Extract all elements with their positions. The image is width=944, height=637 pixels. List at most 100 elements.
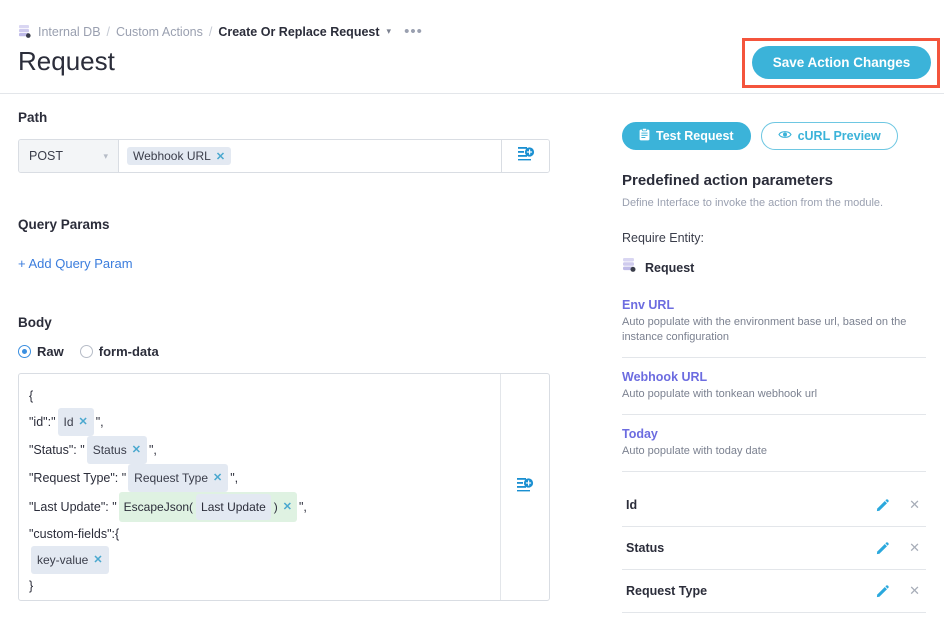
- path-insert-field-button[interactable]: [501, 140, 549, 172]
- code-line: key-value✕: [29, 546, 490, 574]
- http-method-select[interactable]: POST ▾: [19, 140, 119, 172]
- predefined-param-name[interactable]: Webhook URL: [622, 370, 926, 384]
- body-insert-field-button[interactable]: [501, 374, 549, 600]
- close-icon[interactable]: ✕: [132, 438, 141, 462]
- clipboard-icon: [639, 128, 650, 144]
- chevron-down-icon[interactable]: ▾: [387, 26, 392, 37]
- tag-label: Webhook URL: [133, 149, 211, 163]
- code-line: "Last Update": "EscapeJson(Last Update)✕…: [29, 492, 490, 522]
- code-field-tag[interactable]: Request Type✕: [128, 464, 228, 492]
- code-text: ",: [149, 438, 157, 462]
- predefined-param-description: Auto populate with today date: [622, 444, 926, 459]
- breadcrumb: Internal DB / Custom Actions / Create Or…: [18, 24, 423, 39]
- tag-label: key-value: [37, 548, 88, 572]
- code-text: "Last Update": ": [29, 495, 117, 519]
- request-config-panel: Path POST ▾ Webhook URL ✕: [18, 110, 550, 601]
- curl-preview-button[interactable]: cURL Preview: [761, 122, 898, 150]
- body-code-editor[interactable]: {"id":"Id✕","Status": "Status✕","Request…: [18, 373, 550, 601]
- insert-field-icon: [517, 145, 535, 168]
- breadcrumb-item-custom-actions[interactable]: Custom Actions: [116, 25, 203, 39]
- code-formula-tag[interactable]: EscapeJson(Last Update)✕: [119, 492, 297, 522]
- body-type-raw-radio[interactable]: Raw: [18, 344, 64, 359]
- tag-label: Request Type: [134, 466, 208, 490]
- test-request-label: Test Request: [656, 129, 734, 143]
- formula-suffix: ): [274, 495, 278, 519]
- breadcrumb-current: Create Or Replace Request: [218, 25, 379, 39]
- predefined-params-list: Env URLAuto populate with the environmen…: [622, 298, 926, 472]
- body-type-radio-group: Raw form-data: [18, 344, 550, 359]
- request-actions-row: Test Request cURL Preview: [622, 122, 926, 150]
- radio-indicator: [18, 345, 31, 358]
- test-request-button[interactable]: Test Request: [622, 122, 751, 150]
- action-field-row: Request Type ✕: [622, 570, 926, 613]
- page-header: Internal DB / Custom Actions / Create Or…: [0, 0, 944, 94]
- predefined-param-description: Auto populate with tonkean webhook url: [622, 387, 926, 402]
- code-text: "custom-fields":{: [29, 522, 119, 546]
- header-divider: [0, 93, 944, 94]
- http-method-value: POST: [29, 149, 63, 163]
- code-text: }: [29, 574, 33, 598]
- predefined-param-item[interactable]: Env URLAuto populate with the environmen…: [622, 298, 926, 358]
- close-icon[interactable]: ✕: [909, 583, 920, 599]
- close-icon[interactable]: ✕: [93, 548, 102, 572]
- close-icon[interactable]: ✕: [213, 466, 222, 490]
- close-icon[interactable]: ✕: [909, 497, 920, 513]
- close-icon[interactable]: ✕: [283, 495, 292, 519]
- chevron-down-icon: ▾: [103, 151, 108, 162]
- body-code-area[interactable]: {"id":"Id✕","Status": "Status✕","Request…: [19, 374, 501, 600]
- code-text: {: [29, 384, 33, 408]
- breadcrumb-item-internal-db[interactable]: Internal DB: [38, 25, 101, 39]
- code-field-tag[interactable]: Status✕: [87, 436, 147, 464]
- radio-label: Raw: [37, 344, 64, 359]
- predefined-param-name[interactable]: Env URL: [622, 298, 926, 312]
- code-field-tag[interactable]: key-value✕: [31, 546, 109, 574]
- tag-label: Status: [93, 438, 127, 462]
- action-field-name: Request Type: [626, 584, 707, 598]
- code-text: ",: [96, 410, 104, 434]
- path-url-field[interactable]: Webhook URL ✕: [119, 140, 501, 172]
- action-field-row: Id ✕: [622, 484, 926, 527]
- close-icon[interactable]: ✕: [79, 410, 88, 434]
- require-entity-label: Require Entity:: [622, 231, 926, 245]
- panel-title: Predefined action parameters: [622, 172, 926, 189]
- path-tag-webhook-url[interactable]: Webhook URL ✕: [127, 147, 231, 165]
- formula-prefix: EscapeJson(: [124, 495, 193, 519]
- code-line: "id":"Id✕",: [29, 408, 490, 436]
- formula-inner-field[interactable]: Last Update: [196, 494, 271, 520]
- action-field-actions: ✕: [876, 540, 926, 556]
- database-stack-icon: [18, 24, 32, 39]
- entity-name: Request: [645, 261, 694, 275]
- predefined-param-name[interactable]: Today: [622, 427, 926, 441]
- eye-icon: [778, 129, 792, 143]
- action-field-name: Status: [626, 541, 664, 555]
- radio-label: form-data: [99, 344, 159, 359]
- action-field-row: Status ✕: [622, 527, 926, 570]
- code-line: {: [29, 384, 490, 408]
- save-action-changes-button[interactable]: Save Action Changes: [752, 46, 931, 79]
- radio-indicator: [80, 345, 93, 358]
- code-text: "Request Type": ": [29, 466, 126, 490]
- code-line: "custom-fields":{: [29, 522, 490, 546]
- predefined-param-item[interactable]: Webhook URL Auto populate with tonkean we…: [622, 370, 926, 415]
- pencil-icon[interactable]: [876, 542, 889, 555]
- action-field-actions: ✕: [876, 497, 926, 513]
- action-fields-list: Id ✕ Status ✕ Request Type ✕: [622, 484, 926, 613]
- tag-label: Id: [64, 410, 74, 434]
- ellipsis-icon[interactable]: •••: [404, 28, 423, 36]
- body-type-form-data-radio[interactable]: form-data: [80, 344, 159, 359]
- pencil-icon[interactable]: [876, 499, 889, 512]
- code-text: ",: [299, 495, 307, 519]
- panel-subtitle: Define Interface to invoke the action fr…: [622, 196, 926, 211]
- code-line: "Status": "Status✕",: [29, 436, 490, 464]
- pencil-icon[interactable]: [876, 585, 889, 598]
- action-field-actions: ✕: [876, 583, 926, 599]
- breadcrumb-separator: /: [107, 25, 110, 39]
- close-icon[interactable]: ✕: [909, 540, 920, 556]
- close-icon[interactable]: ✕: [216, 150, 225, 163]
- predefined-parameters-panel: Test Request cURL Preview Predefined act…: [622, 122, 926, 613]
- code-field-tag[interactable]: Id✕: [58, 408, 94, 436]
- add-query-param-link[interactable]: + Add Query Param: [18, 256, 133, 271]
- action-field-name: Id: [626, 498, 637, 512]
- body-section-label: Body: [18, 315, 550, 330]
- predefined-param-item[interactable]: Today Auto populate with today date: [622, 427, 926, 472]
